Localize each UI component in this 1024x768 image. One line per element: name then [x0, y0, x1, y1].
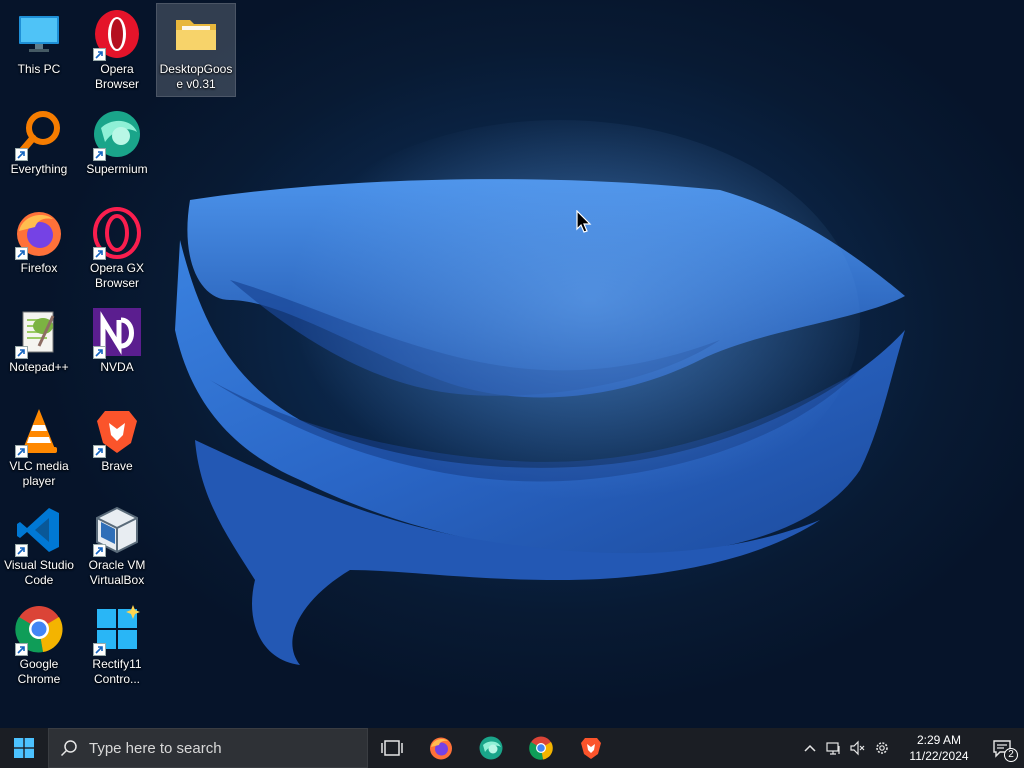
- taskbar-search-box[interactable]: Type here to search: [48, 728, 368, 768]
- taskbar-app-supermium[interactable]: [466, 728, 516, 768]
- chrome-icon: [529, 736, 553, 760]
- search-placeholder: Type here to search: [89, 739, 222, 757]
- network-button[interactable]: [822, 728, 846, 768]
- desktop-icon-label: Oracle VM VirtualBox: [88, 558, 146, 587]
- desktop-icon-supermium[interactable]: Supermium: [78, 104, 156, 196]
- desktop-icon-desktopgoose-folder[interactable]: DesktopGoose v0.31: [156, 3, 236, 97]
- taskbar-app-chrome[interactable]: [516, 728, 566, 768]
- opera-icon: [91, 8, 143, 61]
- chrome-icon: [13, 603, 65, 656]
- clock-time: 2:29 AM: [916, 733, 962, 747]
- task-view-icon: [381, 740, 403, 756]
- desktop-icon-label: Firefox: [20, 261, 58, 275]
- gear-icon: [876, 742, 888, 754]
- chevron-up-icon: [804, 744, 816, 752]
- show-hidden-icons-button[interactable]: [798, 728, 822, 768]
- shortcut-arrow-icon: [93, 48, 106, 61]
- taskbar: Type here to search 2:29 AM 11/22/2024 2: [0, 728, 1024, 768]
- shortcut-arrow-icon: [15, 247, 28, 260]
- network-icon: [826, 742, 840, 755]
- firefox-icon: [13, 207, 65, 260]
- task-view-button[interactable]: [368, 728, 416, 768]
- taskbar-app-firefox[interactable]: [416, 728, 466, 768]
- desktop-icon-label: Supermium: [86, 162, 148, 176]
- desktop-icon-notepad-plus-plus[interactable]: Notepad++: [0, 302, 78, 394]
- desktop-icon-nvda[interactable]: NVDA: [78, 302, 156, 394]
- shortcut-arrow-icon: [15, 148, 28, 161]
- virtualbox-icon: [91, 504, 143, 557]
- desktop-icon-vscode[interactable]: Visual Studio Code: [0, 500, 78, 592]
- system-tray: 2:29 AM 11/22/2024 2: [798, 728, 1024, 768]
- desktop-icon-label: This PC: [17, 62, 61, 76]
- volume-button[interactable]: [846, 728, 870, 768]
- desktop-icon-firefox[interactable]: Firefox: [0, 203, 78, 295]
- shortcut-arrow-icon: [15, 445, 28, 458]
- taskbar-app-brave[interactable]: [566, 728, 616, 768]
- clock[interactable]: 2:29 AM 11/22/2024: [898, 732, 980, 764]
- windows-logo-icon: [14, 738, 34, 758]
- brave-icon: [91, 405, 143, 458]
- desktop-icon-opera-gx[interactable]: Opera GX Browser: [78, 203, 156, 295]
- desktop-icon-brave[interactable]: Brave: [78, 401, 156, 493]
- supermium-icon: [91, 108, 143, 161]
- desktop-icon-label: Brave: [101, 459, 133, 473]
- start-button[interactable]: [0, 728, 48, 768]
- notepad-plus-plus-icon: [13, 306, 65, 359]
- desktop-icon-label: Rectify11 Contro...: [92, 657, 142, 686]
- desktop-icon-label: Everything: [10, 162, 68, 176]
- notification-count-badge: 2: [1004, 748, 1018, 762]
- settings-button[interactable]: [870, 728, 894, 768]
- desktop-icon-this-pc[interactable]: This PC: [0, 4, 78, 96]
- desktop-icon-everything[interactable]: Everything: [0, 104, 78, 196]
- shortcut-arrow-icon: [15, 544, 28, 557]
- everything-search-icon: [13, 108, 65, 161]
- firefox-icon: [430, 737, 452, 760]
- shortcut-arrow-icon: [93, 247, 106, 260]
- search-icon: [49, 739, 89, 757]
- supermium-icon: [479, 736, 503, 760]
- shortcut-arrow-icon: [93, 643, 106, 656]
- nvda-icon: [91, 306, 143, 359]
- shortcut-arrow-icon: [93, 544, 106, 557]
- desktop-icon-label: Notepad++: [9, 360, 69, 374]
- rectify11-icon: [91, 603, 143, 656]
- desktop-icon-label: Opera GX Browser: [89, 261, 145, 290]
- shortcut-arrow-icon: [93, 346, 106, 359]
- brave-icon: [581, 738, 601, 759]
- desktop-icon-opera[interactable]: Opera Browser: [78, 4, 156, 96]
- desktop-icon-label: NVDA: [100, 360, 134, 374]
- notification-center-button[interactable]: 2: [980, 728, 1024, 768]
- desktop-icon-label: Google Chrome: [17, 657, 61, 686]
- desktop-icon-label: DesktopGoose v0.31: [159, 62, 233, 91]
- desktop-icon-vlc[interactable]: VLC media player: [0, 401, 78, 493]
- mouse-pointer-icon: [576, 210, 592, 233]
- desktop-icon-label: Visual Studio Code: [4, 558, 74, 587]
- desktop-icon-rectify11[interactable]: Rectify11 Contro...: [78, 599, 156, 691]
- shortcut-arrow-icon: [93, 148, 106, 161]
- desktop-icon-label: VLC media player: [9, 459, 69, 488]
- desktop-icon-label: Opera Browser: [94, 62, 139, 91]
- desktop-icon-google-chrome[interactable]: Google Chrome: [0, 599, 78, 691]
- desktop-icon-virtualbox[interactable]: Oracle VM VirtualBox: [78, 500, 156, 592]
- this-pc-icon: [13, 8, 65, 60]
- shortcut-arrow-icon: [15, 643, 28, 656]
- vscode-icon: [13, 504, 65, 557]
- folder-icon: [170, 8, 222, 60]
- shortcut-arrow-icon: [15, 346, 28, 359]
- clock-date: 11/22/2024: [909, 749, 969, 763]
- vlc-icon: [13, 405, 65, 458]
- shortcut-arrow-icon: [93, 445, 106, 458]
- volume-muted-icon: [850, 740, 865, 756]
- opera-gx-icon: [91, 207, 143, 260]
